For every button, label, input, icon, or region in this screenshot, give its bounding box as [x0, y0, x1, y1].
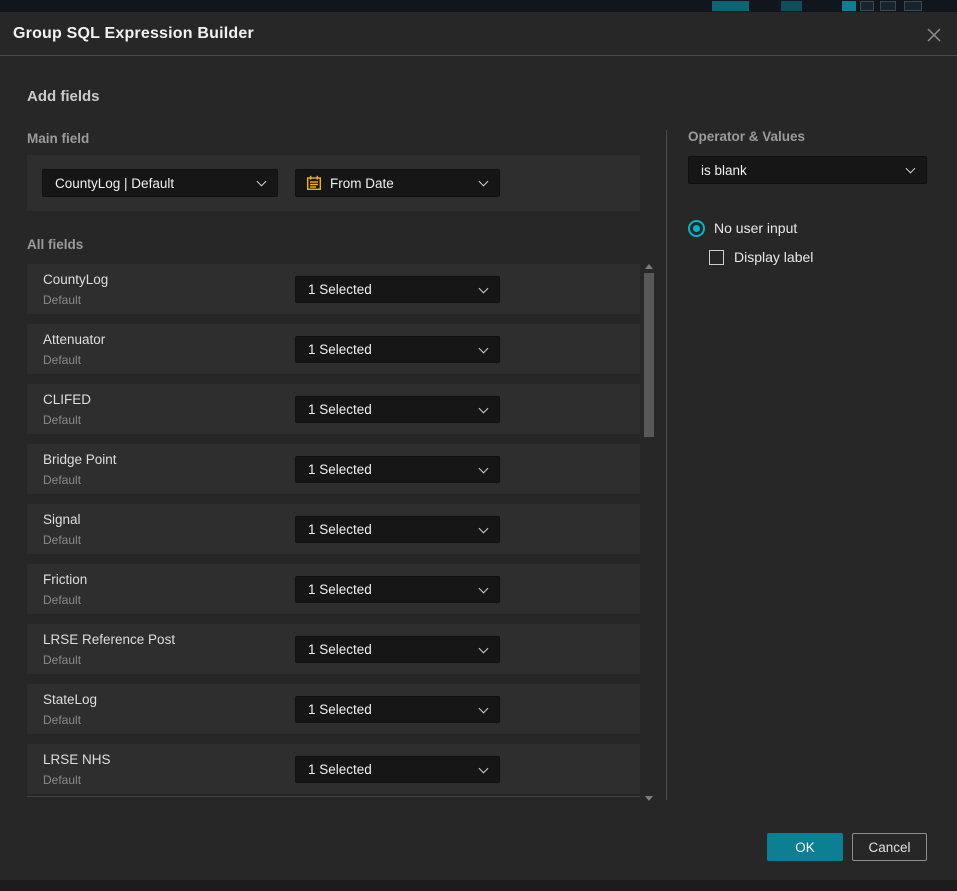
- cancel-button[interactable]: Cancel: [852, 833, 927, 861]
- chevron-down-icon: [479, 763, 489, 773]
- field-subtitle: Default: [43, 413, 81, 427]
- field-row[interactable]: CountyLog Default 1 Selected: [27, 264, 640, 314]
- chevron-down-icon: [479, 343, 489, 353]
- chevron-down-icon: [479, 703, 489, 713]
- field-subtitle: Default: [43, 293, 81, 307]
- checkbox-icon: [709, 250, 724, 265]
- background-toolbar-fragment: [904, 1, 922, 11]
- field-row[interactable]: CLIFED Default 1 Selected: [27, 384, 640, 434]
- panel-divider: [666, 130, 667, 800]
- chevron-down-icon: [906, 164, 916, 174]
- field-selected-dropdown[interactable]: 1 Selected: [295, 276, 500, 303]
- field-selected-dropdown-label: 1 Selected: [308, 762, 372, 777]
- main-field-date-value: From Date: [330, 176, 394, 191]
- background-toolbar-fragment: [781, 1, 802, 11]
- field-selected-dropdown[interactable]: 1 Selected: [295, 336, 500, 363]
- main-field-panel: CountyLog | Default From Date: [27, 155, 640, 211]
- field-row[interactable]: Signal Default 1 Selected: [27, 504, 640, 554]
- field-selected-dropdown-label: 1 Selected: [308, 702, 372, 717]
- scrollbar-up-arrow-icon[interactable]: [645, 264, 653, 269]
- field-selected-dropdown[interactable]: 1 Selected: [295, 756, 500, 783]
- field-name: Bridge Point: [43, 452, 117, 467]
- background-toolbar-fragment: [712, 1, 749, 11]
- field-row[interactable]: LRSE Reference Post Default 1 Selected: [27, 624, 640, 674]
- chevron-down-icon: [479, 643, 489, 653]
- chevron-down-icon: [479, 177, 489, 187]
- radio-dot: [693, 225, 700, 232]
- field-selected-dropdown-label: 1 Selected: [308, 282, 372, 297]
- field-selected-dropdown[interactable]: 1 Selected: [295, 516, 500, 543]
- chevron-down-icon: [479, 463, 489, 473]
- close-icon[interactable]: [925, 26, 943, 44]
- field-name: Attenuator: [43, 332, 105, 347]
- field-row[interactable]: Bridge Point Default 1 Selected: [27, 444, 640, 494]
- field-selected-dropdown[interactable]: 1 Selected: [295, 456, 500, 483]
- field-name: LRSE Reference Post: [43, 632, 175, 647]
- field-subtitle: Default: [43, 653, 81, 667]
- chevron-down-icon: [479, 583, 489, 593]
- group-sql-expression-builder-dialog: Group SQL Expression Builder Add fields …: [0, 12, 957, 880]
- field-row[interactable]: LRSE NHS Default 1 Selected: [27, 744, 640, 794]
- main-field-label: Main field: [27, 131, 89, 146]
- field-selected-dropdown[interactable]: 1 Selected: [295, 636, 500, 663]
- background-toolbar-fragment: [842, 1, 856, 11]
- dialog-header: Group SQL Expression Builder: [0, 12, 957, 56]
- radio-button-icon: [688, 220, 705, 237]
- main-field-date-dropdown[interactable]: From Date: [295, 169, 500, 197]
- background-toolbar-fragment: [860, 1, 874, 11]
- background-toolbar-fragment: [880, 1, 896, 11]
- ok-button[interactable]: OK: [767, 833, 843, 861]
- display-label-label: Display label: [734, 249, 813, 265]
- field-row[interactable]: Friction Default 1 Selected: [27, 564, 640, 614]
- field-name: LRSE NHS: [43, 752, 111, 767]
- background-app-strip: [0, 0, 957, 12]
- field-selected-dropdown-label: 1 Selected: [308, 642, 372, 657]
- chevron-down-icon: [257, 177, 267, 187]
- field-selected-dropdown-label: 1 Selected: [308, 342, 372, 357]
- field-name: Signal: [43, 512, 81, 527]
- field-subtitle: Default: [43, 593, 81, 607]
- field-subtitle: Default: [43, 353, 81, 367]
- field-selected-dropdown-label: 1 Selected: [308, 402, 372, 417]
- chevron-down-icon: [479, 403, 489, 413]
- add-fields-heading: Add fields: [27, 88, 100, 105]
- field-row[interactable]: StateLog Default 1 Selected: [27, 684, 640, 734]
- field-selected-dropdown[interactable]: 1 Selected: [295, 396, 500, 423]
- field-selected-dropdown[interactable]: 1 Selected: [295, 576, 500, 603]
- fields-list-scrollbar[interactable]: [642, 262, 656, 803]
- main-field-source-dropdown[interactable]: CountyLog | Default: [42, 169, 278, 197]
- chevron-down-icon: [479, 523, 489, 533]
- field-name: CLIFED: [43, 392, 91, 407]
- all-fields-label: All fields: [27, 237, 83, 252]
- main-field-source-value: CountyLog | Default: [55, 176, 174, 191]
- all-fields-list: CountyLog Default 1 Selected Attenuator …: [27, 264, 640, 797]
- background-app-strip: [0, 880, 957, 891]
- chevron-down-icon: [479, 283, 489, 293]
- operator-values-heading: Operator & Values: [688, 129, 805, 144]
- operator-value: is blank: [701, 163, 747, 178]
- field-selected-dropdown-label: 1 Selected: [308, 522, 372, 537]
- scrollbar-thumb[interactable]: [644, 273, 654, 437]
- display-label-checkbox[interactable]: Display label: [709, 249, 813, 265]
- field-name: Friction: [43, 572, 87, 587]
- no-user-input-label: No user input: [714, 220, 797, 236]
- no-user-input-radio[interactable]: No user input: [688, 219, 797, 237]
- field-name: StateLog: [43, 692, 97, 707]
- field-subtitle: Default: [43, 473, 81, 487]
- field-name: CountyLog: [43, 272, 108, 287]
- field-selected-dropdown-label: 1 Selected: [308, 582, 372, 597]
- scrollbar-down-arrow-icon[interactable]: [645, 796, 653, 801]
- field-subtitle: Default: [43, 533, 81, 547]
- field-subtitle: Default: [43, 713, 81, 727]
- dialog-title: Group SQL Expression Builder: [13, 12, 254, 56]
- field-selected-dropdown-label: 1 Selected: [308, 462, 372, 477]
- field-subtitle: Default: [43, 773, 81, 787]
- field-row[interactable]: Attenuator Default 1 Selected: [27, 324, 640, 374]
- field-selected-dropdown[interactable]: 1 Selected: [295, 696, 500, 723]
- operator-dropdown[interactable]: is blank: [688, 156, 927, 184]
- calendar-icon: [306, 175, 322, 191]
